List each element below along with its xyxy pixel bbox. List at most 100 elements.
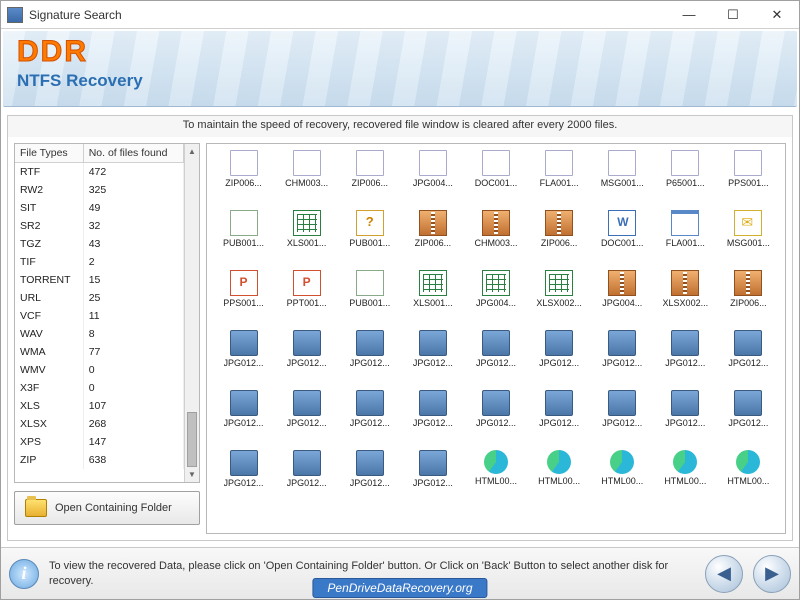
table-row[interactable]: X3F0 [15,379,184,397]
file-item[interactable]: XLS001... [402,270,463,326]
file-label: JPG012... [476,418,516,428]
cell-count: 25 [83,289,183,307]
file-item[interactable]: JPG012... [339,330,400,386]
table-row[interactable]: RTF472 [15,163,184,181]
jpg-icon [671,330,699,356]
table-row[interactable]: SR232 [15,217,184,235]
page-icon [671,150,699,176]
table-row[interactable]: URL25 [15,289,184,307]
file-item[interactable]: JPG012... [213,450,274,506]
file-item[interactable]: XLS001... [276,210,337,266]
file-item[interactable]: JPG012... [276,330,337,386]
table-row[interactable]: XPS147 [15,433,184,451]
file-item[interactable]: ZIP006... [529,210,590,266]
file-item[interactable]: JPG012... [655,330,716,386]
file-item[interactable]: HTML00... [592,450,653,506]
table-scrollbar[interactable]: ▲ ▼ [184,144,199,482]
file-item[interactable]: JPG012... [276,450,337,506]
col-header-count[interactable]: No. of files found [83,144,183,163]
table-row[interactable]: XLS107 [15,397,184,415]
chm-icon [356,210,384,236]
file-item[interactable]: MSG001... [718,210,779,266]
html-icon [547,450,571,474]
file-item[interactable]: PUB001... [339,210,400,266]
file-item[interactable]: JPG012... [592,330,653,386]
file-item[interactable]: ZIP006... [718,270,779,326]
file-item[interactable]: JPG012... [718,390,779,446]
file-item[interactable]: PUB001... [339,270,400,326]
scroll-thumb[interactable] [187,412,197,467]
table-row[interactable]: VCF11 [15,307,184,325]
file-item[interactable]: FLA001... [655,210,716,266]
file-item[interactable]: XLSX002... [655,270,716,326]
back-button[interactable]: ◀ [705,555,743,593]
file-item[interactable]: JPG012... [718,330,779,386]
table-row[interactable]: WMA77 [15,343,184,361]
file-item[interactable]: HTML00... [529,450,590,506]
jpg-icon [482,330,510,356]
xls-icon [419,270,447,296]
table-row[interactable]: TIF2 [15,253,184,271]
file-item[interactable]: JPG012... [465,390,526,446]
file-item[interactable]: FLA001... [529,150,590,206]
file-item[interactable]: JPG004... [592,270,653,326]
file-item[interactable]: DOC001... [592,210,653,266]
scroll-down-icon[interactable]: ▼ [185,467,199,482]
file-item[interactable]: ZIP006... [402,210,463,266]
file-item[interactable]: HTML00... [465,450,526,506]
file-item[interactable]: HTML00... [655,450,716,506]
table-row[interactable]: XLSX268 [15,415,184,433]
file-item[interactable]: JPG004... [465,270,526,326]
file-item[interactable]: PPT001... [276,270,337,326]
maximize-button[interactable]: ☐ [711,1,755,29]
file-item[interactable]: ZIP006... [339,150,400,206]
cell-type: XLSX [15,415,83,433]
cell-count: 49 [83,199,183,217]
table-row[interactable]: WAV8 [15,325,184,343]
file-item[interactable]: XLSX002... [529,270,590,326]
table-row[interactable]: TGZ43 [15,235,184,253]
file-item[interactable]: P65001... [655,150,716,206]
file-item[interactable]: JPG012... [529,330,590,386]
file-item[interactable]: JPG012... [402,330,463,386]
file-item[interactable]: JPG012... [465,330,526,386]
scroll-up-icon[interactable]: ▲ [185,144,199,159]
file-item[interactable]: HTML00... [718,450,779,506]
open-containing-folder-button[interactable]: Open Containing Folder [14,491,200,525]
open-button-label: Open Containing Folder [55,502,172,514]
file-label: JPG012... [224,358,264,368]
table-row[interactable]: WMV0 [15,361,184,379]
table-row[interactable]: TORRENT15 [15,271,184,289]
file-item[interactable]: JPG004... [402,150,463,206]
file-item[interactable]: JPG012... [276,390,337,446]
file-item[interactable]: JPG012... [213,330,274,386]
file-label: JPG012... [224,418,264,428]
file-item[interactable]: JPG012... [529,390,590,446]
table-row[interactable]: SIT49 [15,199,184,217]
file-item[interactable]: JPG012... [402,390,463,446]
file-item[interactable]: JPG012... [592,390,653,446]
table-row[interactable]: ZIP638 [15,451,184,469]
file-item[interactable]: PUB001... [213,210,274,266]
file-item[interactable]: JPG012... [339,450,400,506]
file-item[interactable]: MSG001... [592,150,653,206]
cell-type: SIT [15,199,83,217]
table-row[interactable]: RW2325 [15,181,184,199]
file-item[interactable]: ZIP006... [213,150,274,206]
file-item[interactable]: PPS001... [718,150,779,206]
minimize-button[interactable]: — [667,1,711,29]
file-item[interactable]: JPG012... [402,450,463,506]
file-item[interactable]: JPG012... [213,390,274,446]
col-header-type[interactable]: File Types [15,144,83,163]
file-item[interactable]: JPG012... [339,390,400,446]
file-item[interactable]: CHM003... [465,210,526,266]
file-label: FLA001... [666,238,705,248]
file-item[interactable]: PPS001... [213,270,274,326]
file-item[interactable]: CHM003... [276,150,337,206]
next-button[interactable]: ▶ [753,555,791,593]
file-item[interactable]: DOC001... [465,150,526,206]
cell-count: 8 [83,325,183,343]
cell-count: 107 [83,397,183,415]
close-button[interactable]: ✕ [755,1,799,29]
file-item[interactable]: JPG012... [655,390,716,446]
